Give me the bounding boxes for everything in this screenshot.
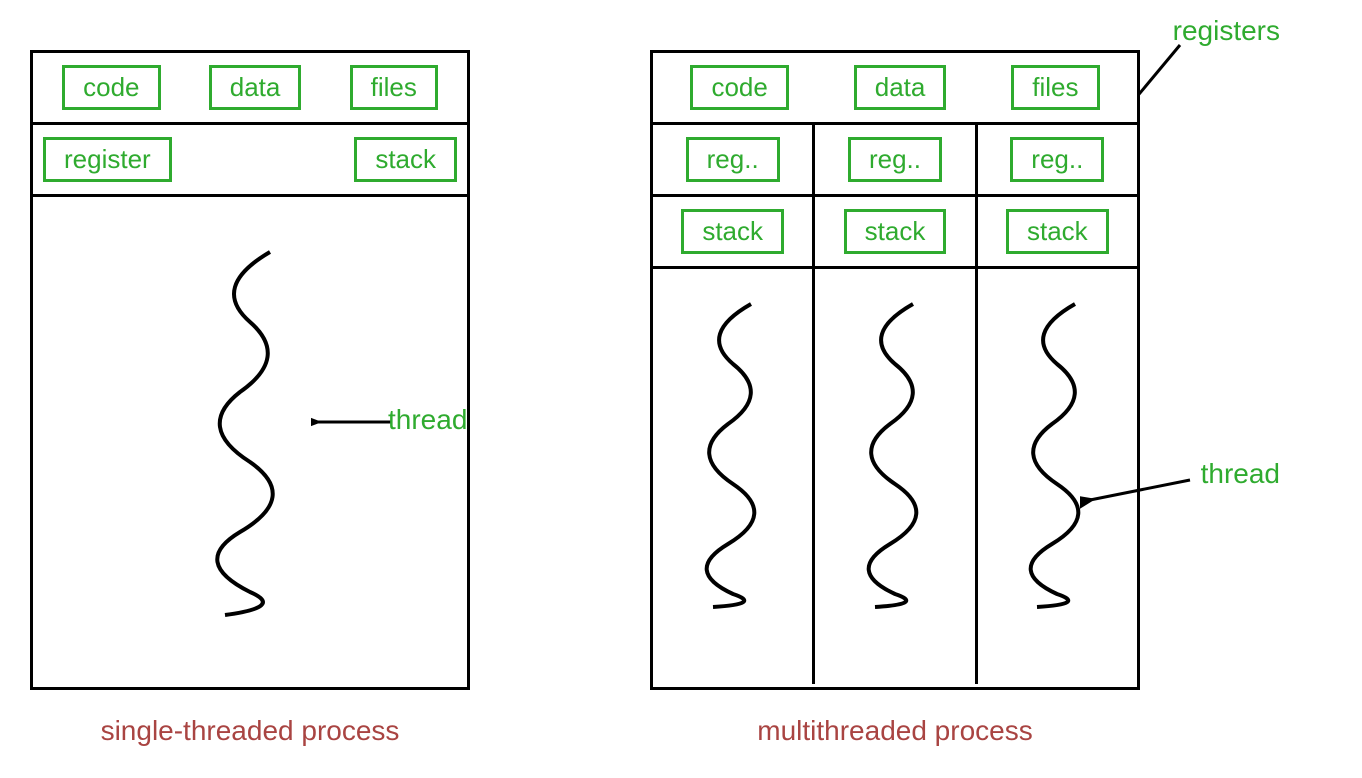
thread-wave-icon bbox=[683, 299, 783, 609]
thread-column-1: reg.. stack bbox=[653, 125, 815, 684]
thread-wave-icon bbox=[1007, 299, 1107, 609]
stack-cell: stack bbox=[978, 197, 1137, 269]
multi-header-row: code data files bbox=[653, 53, 1137, 125]
files-box: files bbox=[1011, 65, 1099, 110]
thread-wave-icon bbox=[190, 247, 310, 617]
single-second-row: register stack bbox=[33, 125, 467, 197]
multi-process-box: code data files reg.. stack bbox=[650, 50, 1140, 690]
multi-caption: multithreaded process bbox=[757, 715, 1032, 747]
stack-cell: stack bbox=[653, 197, 812, 269]
stack-box: stack bbox=[1006, 209, 1109, 254]
thread-label: thread bbox=[1201, 458, 1280, 490]
thread-column-3: reg.. stack bbox=[978, 125, 1137, 684]
code-box: code bbox=[690, 65, 788, 110]
thread-area-2 bbox=[815, 269, 974, 684]
thread-wave-icon bbox=[845, 299, 945, 609]
stack-cell: stack bbox=[815, 197, 974, 269]
register-box: reg.. bbox=[686, 137, 780, 182]
single-caption: single-threaded process bbox=[101, 715, 400, 747]
stack-box: stack bbox=[681, 209, 784, 254]
stack-box: stack bbox=[354, 137, 457, 182]
data-box: data bbox=[209, 65, 302, 110]
thread-label: thread bbox=[388, 404, 467, 436]
single-thread-area: thread bbox=[33, 197, 467, 681]
single-process-box: code data files register stack bbox=[30, 50, 470, 690]
register-cell: reg.. bbox=[978, 125, 1137, 197]
register-box: register bbox=[43, 137, 172, 182]
register-box: reg.. bbox=[848, 137, 942, 182]
thread-column-2: reg.. stack bbox=[815, 125, 977, 684]
thread-area-1 bbox=[653, 269, 812, 684]
diagram-container: code data files register stack bbox=[20, 20, 1342, 777]
single-header-row: code data files bbox=[33, 53, 467, 125]
arrow-icon bbox=[1080, 470, 1200, 510]
data-box: data bbox=[854, 65, 947, 110]
stack-box: stack bbox=[844, 209, 947, 254]
multi-columns: reg.. stack reg.. bbox=[653, 125, 1137, 684]
multi-threaded-wrapper: registers code data files reg.. bbox=[650, 50, 1140, 747]
register-cell: reg.. bbox=[815, 125, 974, 197]
register-box: reg.. bbox=[1010, 137, 1104, 182]
register-cell: reg.. bbox=[653, 125, 812, 197]
single-threaded-wrapper: code data files register stack bbox=[30, 50, 470, 747]
files-box: files bbox=[350, 65, 438, 110]
code-box: code bbox=[62, 65, 160, 110]
